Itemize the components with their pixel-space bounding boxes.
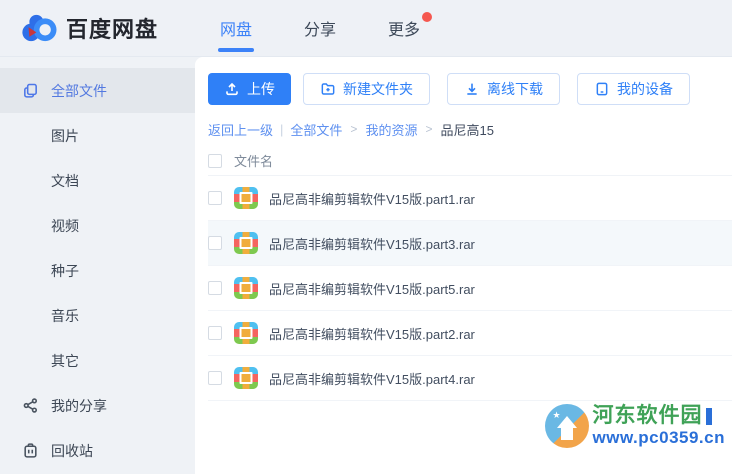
file-row[interactable]: 品尼高非编剪辑软件V15版.part5.rar [208,266,732,311]
share-icon [23,398,38,413]
hedong-site-logo: ★ [544,402,589,450]
upload-icon [226,82,238,96]
active-tab-underline [218,48,254,52]
filename-column-header: 文件名 [234,154,274,169]
star-icon: ★ [552,410,561,420]
rar-file-icon [234,187,258,209]
breadcrumb-all-files-link[interactable]: 全部文件 [290,120,342,139]
tab-more[interactable]: 更多 [388,0,433,56]
sidebar-item-videos[interactable]: 视频 [0,203,195,248]
watermark-bar [705,407,712,425]
breadcrumb-current-folder: 品尼高15 [440,122,494,138]
row-checkbox[interactable] [208,236,222,250]
file-name[interactable]: 品尼高非编剪辑软件V15版.part3.rar [269,234,475,253]
rar-file-icon [234,322,258,344]
new-folder-icon [321,83,335,95]
header-tabs: 网盘 分享 更多 [218,0,472,56]
file-row[interactable]: 品尼高非编剪辑软件V15版.part1.rar [208,176,732,221]
sidebar-item-all-files[interactable]: 全部文件 [0,68,195,113]
rar-file-icon [234,232,258,254]
row-checkbox[interactable] [208,191,222,205]
logo-text: 百度网盘 [66,17,159,42]
file-name[interactable]: 品尼高非编剪辑软件V15版.part5.rar [269,279,475,298]
file-name[interactable]: 品尼高非编剪辑软件V15版.part1.rar [269,189,475,208]
new-folder-button[interactable]: 新建文件夹 [303,73,430,105]
file-name[interactable]: 品尼高非编剪辑软件V15版.part2.rar [269,324,475,343]
trash-icon [24,443,37,458]
sidebar-item-others[interactable]: 其它 [0,338,195,383]
row-checkbox[interactable] [208,281,222,295]
file-row[interactable]: 品尼高非编剪辑软件V15版.part4.rar [208,356,732,401]
watermark-site-url: www.pc0359.cn [592,428,725,448]
sidebar-item-torrents[interactable]: 种子 [0,248,195,293]
main-panel: 上传 新建文件夹 离线下载 我的设备 返回上一级 | 全部文件 > 我的资源 >… [195,57,732,474]
watermark-site-name: 河东软件园 [592,404,703,428]
file-name[interactable]: 品尼高非编剪辑软件V15版.part4.rar [269,369,475,388]
baidu-netdisk-app: 百度网盘 网盘 分享 更多 全部文件 图片 文档 视频 种子 音乐 其它 我的分… [0,0,732,474]
toolbar: 上传 新建文件夹 离线下载 我的设备 [208,73,732,105]
breadcrumb: 返回上一级 | 全部文件 > 我的资源 > 品尼高15 [208,120,732,139]
file-row[interactable]: 品尼高非编剪辑软件V15版.part3.rar [208,221,732,266]
sidebar-item-music[interactable]: 音乐 [0,293,195,338]
row-checkbox[interactable] [208,371,222,385]
baidu-netdisk-logo[interactable]: 百度网盘 [0,10,220,46]
rar-file-icon [234,367,258,389]
all-files-icon [24,83,37,98]
sidebar: 全部文件 图片 文档 视频 种子 音乐 其它 我的分享 回收站 [0,57,195,474]
breadcrumb-my-resources-link[interactable]: 我的资源 [365,120,417,139]
baidu-cloud-logo-icon [22,14,57,42]
file-row[interactable]: 品尼高非编剪辑软件V15版.part2.rar [208,311,732,356]
watermark: ★ 河东软件园 www.pc0359.cn [544,402,725,450]
breadcrumb-pipe-separator: | [280,121,284,137]
download-icon [467,83,477,95]
tab-netdisk[interactable]: 网盘 [218,0,254,56]
offline-download-button[interactable]: 离线下载 [447,73,560,105]
breadcrumb-chevron: > [425,122,433,136]
rar-file-icon [234,277,258,299]
my-devices-button[interactable]: 我的设备 [577,73,690,105]
breadcrumb-chevron: > [350,122,358,136]
sidebar-item-my-shares[interactable]: 我的分享 [0,383,195,428]
upload-button[interactable]: 上传 [208,73,291,105]
notification-dot [422,12,433,22]
sidebar-item-documents[interactable]: 文档 [0,158,195,203]
row-checkbox[interactable] [208,326,222,340]
device-icon [596,82,608,96]
sidebar-item-pictures[interactable]: 图片 [0,113,195,158]
breadcrumb-back-link[interactable]: 返回上一级 [208,120,273,139]
file-list-header: 文件名 [208,146,732,176]
tab-share[interactable]: 分享 [304,0,336,56]
select-all-checkbox[interactable] [208,153,222,168]
top-header: 百度网盘 网盘 分享 更多 [0,0,732,57]
sidebar-item-recycle-bin[interactable]: 回收站 [0,428,195,473]
